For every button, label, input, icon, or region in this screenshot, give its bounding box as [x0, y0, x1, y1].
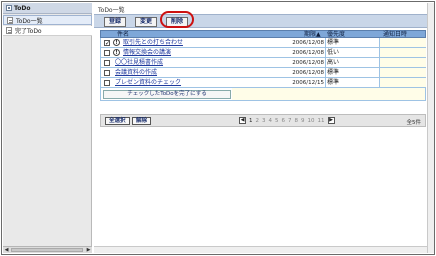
row-title-link[interactable]: 取引先との打ち合わせ — [123, 39, 183, 47]
folder-tree-icon — [6, 5, 12, 11]
row-notify — [380, 58, 426, 67]
page-number[interactable]: 9 — [301, 118, 305, 124]
table-row[interactable]: 会議資料の作成 2006/12/08 標準 — [100, 68, 426, 78]
page-number[interactable]: 7 — [288, 118, 292, 124]
table-row[interactable]: 〇〇社見積書作成 2006/12/08 高い — [100, 58, 426, 68]
main-vertical-scrollbar[interactable] — [427, 3, 434, 253]
sidebar: ToDo ToDo一覧 完了ToDo ◀ ▶ — [3, 3, 92, 253]
footer-bar: 全選択 解除 ◀ 1 2 3 4 5 6 7 8 9 10 11 ▶ 全5件 — [100, 114, 426, 127]
row-priority: 高い — [327, 59, 340, 66]
deselect-button[interactable]: 解除 — [132, 117, 152, 125]
row-priority: 標準 — [327, 69, 340, 76]
column-header-deadline[interactable]: 期限▲ — [304, 31, 321, 38]
table-row[interactable]: ! 情報交換会の講演 2006/12/08 低い — [100, 48, 426, 58]
row-title-link[interactable]: 会議資料の作成 — [115, 69, 157, 77]
pagination: ◀ 1 2 3 4 5 6 7 8 9 10 11 ▶ — [239, 117, 335, 124]
edit-button[interactable]: 変更 — [135, 17, 158, 27]
table-row[interactable]: ✓ ! 取引先との打ち合わせ 2006/12/08 標準 — [100, 38, 426, 48]
table-header: 件名 期限▲ 優先度 通知日時 — [100, 30, 426, 38]
sidebar-header-label: ToDo — [14, 4, 31, 12]
column-header-priority[interactable]: 優先度 — [327, 31, 345, 38]
todo-table: 件名 期限▲ 優先度 通知日時 ✓ ! 取引先との打ち合わせ 2006/12/0… — [100, 30, 426, 101]
important-icon: ! — [113, 49, 120, 56]
scroll-right-icon[interactable]: ▶ — [85, 247, 92, 253]
highlight-circle — [160, 11, 194, 28]
page-number[interactable]: 8 — [295, 118, 299, 124]
scrollbar-thumb[interactable] — [11, 248, 83, 252]
row-priority: 標準 — [327, 39, 340, 46]
page-number[interactable]: 11 — [318, 118, 325, 124]
row-checkbox[interactable] — [104, 80, 110, 86]
document-icon — [6, 27, 12, 34]
sidebar-item-completed-todo[interactable]: 完了ToDo — [3, 26, 92, 36]
page-number[interactable]: 3 — [262, 118, 266, 124]
sidebar-horizontal-scrollbar[interactable]: ◀ ▶ — [3, 246, 92, 253]
row-notify — [380, 38, 426, 47]
complete-checked-button[interactable]: チェックしたToDoを完了にする — [103, 90, 231, 99]
main-panel: ToDo一覧 登録 変更 削除 件名 期限▲ 優先度 通知日時 ✓ ! 取引先と… — [94, 3, 434, 253]
row-checkbox[interactable] — [104, 60, 110, 66]
page-number[interactable]: 5 — [275, 118, 279, 124]
complete-action-row: チェックしたToDoを完了にする — [100, 88, 426, 101]
main-horizontal-scrollbar[interactable] — [94, 246, 427, 253]
column-header-notify[interactable]: 通知日時 — [383, 31, 407, 38]
row-checkbox[interactable] — [104, 50, 110, 56]
page-number[interactable]: 4 — [269, 118, 273, 124]
row-notify — [380, 48, 426, 57]
sidebar-header[interactable]: ToDo — [3, 3, 92, 14]
row-priority: 標準 — [327, 79, 340, 86]
document-icon — [7, 16, 13, 24]
row-deadline: 2006/12/08 — [292, 70, 324, 76]
sidebar-item-todo-list[interactable]: ToDo一覧 — [3, 15, 92, 25]
scroll-left-icon[interactable]: ◀ — [3, 247, 10, 253]
register-button[interactable]: 登録 — [104, 17, 127, 27]
row-deadline: 2006/12/15 — [292, 80, 324, 86]
sidebar-item-label: ToDo一覧 — [16, 17, 43, 25]
row-notify — [380, 68, 426, 77]
row-deadline: 2006/12/08 — [292, 50, 324, 56]
row-title-link[interactable]: 〇〇社見積書作成 — [115, 59, 163, 67]
row-priority: 低い — [327, 49, 340, 56]
column-header-name[interactable]: 件名 — [117, 31, 129, 38]
row-deadline: 2006/12/08 — [292, 60, 324, 66]
item-count: 全5件 — [406, 120, 422, 126]
page-number[interactable]: 6 — [282, 118, 286, 124]
row-checkbox[interactable]: ✓ — [104, 40, 110, 47]
prev-page-icon[interactable]: ◀ — [239, 117, 246, 124]
row-deadline: 2006/12/08 — [292, 40, 324, 46]
sidebar-item-label: 完了ToDo — [15, 28, 42, 35]
next-page-icon[interactable]: ▶ — [327, 117, 335, 124]
row-title-link[interactable]: 情報交換会の講演 — [123, 49, 171, 57]
row-notify — [380, 78, 426, 87]
table-row[interactable]: プレゼン資料のチェック 2006/12/15 標準 — [100, 78, 426, 88]
row-checkbox[interactable] — [104, 70, 110, 76]
page-number[interactable]: 2 — [256, 118, 260, 124]
app-window: ToDo ToDo一覧 完了ToDo ◀ ▶ ToDo一覧 登録 変更 削除 件… — [1, 1, 435, 255]
select-all-button[interactable]: 全選択 — [105, 117, 130, 125]
toolbar: 登録 変更 削除 — [94, 14, 434, 28]
page-number[interactable]: 10 — [308, 118, 315, 124]
important-icon: ! — [113, 39, 120, 46]
page-title: ToDo一覧 — [98, 7, 125, 14]
page-number[interactable]: 1 — [249, 118, 253, 124]
row-title-link[interactable]: プレゼン資料のチェック — [115, 79, 181, 87]
